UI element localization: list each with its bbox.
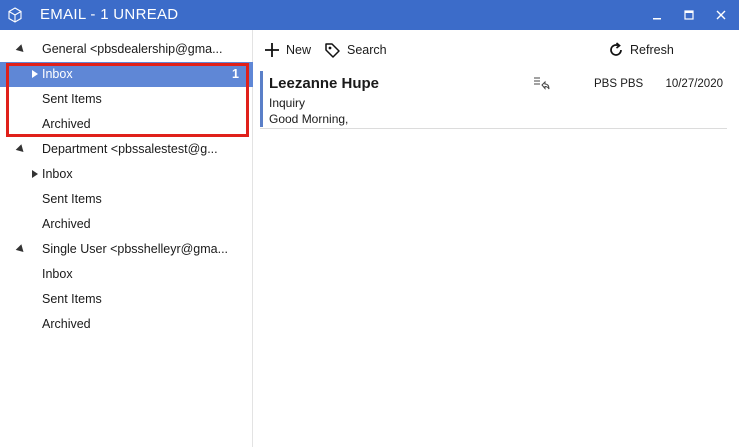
- folder-label: Sent Items: [42, 292, 102, 306]
- unread-count-badge: 1: [232, 67, 239, 81]
- account-department[interactable]: Department <pbssalestest@g...: [0, 137, 253, 162]
- folder-single-user-sent-items[interactable]: Sent Items: [0, 287, 253, 312]
- refresh-icon: [610, 42, 622, 56]
- folder-pane: General <pbsdealership@gma... Inbox 1 Se…: [0, 30, 253, 447]
- message-preview: Good Morning,: [269, 112, 349, 126]
- folder-label: Archived: [42, 117, 91, 131]
- close-button[interactable]: [704, 0, 738, 30]
- collapse-arrow-icon[interactable]: [15, 44, 27, 55]
- account-single-user[interactable]: Single User <pbsshelleyr@gma...: [0, 237, 253, 262]
- folder-department-sent-items[interactable]: Sent Items: [0, 187, 253, 212]
- folder-label: Archived: [42, 317, 91, 331]
- expand-arrow-icon[interactable]: [32, 170, 38, 178]
- collapse-arrow-icon[interactable]: [15, 244, 27, 255]
- unread-indicator-bar: [260, 71, 263, 127]
- folder-single-user-inbox[interactable]: Inbox: [0, 262, 253, 287]
- new-label: New: [286, 43, 312, 57]
- close-icon: [716, 10, 726, 20]
- folder-label: Inbox: [42, 267, 73, 281]
- refresh-label: Refresh: [630, 43, 674, 57]
- cube-icon: [8, 7, 22, 23]
- folder-general-sent-items[interactable]: Sent Items: [0, 87, 253, 112]
- folder-label: Sent Items: [42, 92, 102, 106]
- folder-label: Sent Items: [42, 192, 102, 206]
- account-label: Department <pbssalestest@g...: [42, 142, 218, 156]
- folder-general-archived[interactable]: Archived: [0, 112, 253, 137]
- expand-arrow-icon[interactable]: [32, 70, 38, 78]
- maximize-icon: [684, 10, 694, 20]
- folder-label: Inbox: [42, 167, 73, 181]
- message-subject: Inquiry: [269, 96, 306, 110]
- folder-label: Archived: [42, 217, 91, 231]
- folder-single-user-archived[interactable]: Archived: [0, 312, 253, 337]
- message-date: 10/27/2020: [665, 78, 723, 90]
- search-label: Search: [347, 43, 387, 57]
- message-list-item[interactable]: Leezanne Hupe Inquiry Good Morning, PBS …: [260, 71, 727, 129]
- reply-icon: [534, 77, 550, 90]
- refresh-button[interactable]: Refresh: [608, 39, 674, 61]
- title-bar: EMAIL - 1 UNREAD: [0, 0, 739, 30]
- folder-general-inbox[interactable]: Inbox 1: [0, 62, 253, 87]
- folder-label: Inbox: [42, 67, 73, 81]
- window-title: EMAIL - 1 UNREAD: [40, 6, 179, 23]
- tag-search-icon: [325, 42, 340, 58]
- plus-icon: [265, 43, 279, 57]
- folder-department-archived[interactable]: Archived: [0, 212, 253, 237]
- search-button[interactable]: Search: [324, 39, 387, 61]
- account-label: General <pbsdealership@gma...: [42, 42, 223, 56]
- message-recipient: PBS PBS: [594, 78, 644, 90]
- collapse-arrow-icon[interactable]: [15, 144, 27, 155]
- account-general[interactable]: General <pbsdealership@gma...: [0, 37, 253, 62]
- toolbar: New Search Refresh: [254, 30, 739, 68]
- message-sender: Leezanne Hupe: [269, 75, 380, 92]
- minimize-button[interactable]: [640, 0, 674, 30]
- maximize-button[interactable]: [672, 0, 706, 30]
- folder-department-inbox[interactable]: Inbox: [0, 162, 253, 187]
- account-label: Single User <pbsshelleyr@gma...: [42, 242, 229, 256]
- minimize-icon: [653, 18, 661, 20]
- new-button[interactable]: New: [264, 39, 311, 61]
